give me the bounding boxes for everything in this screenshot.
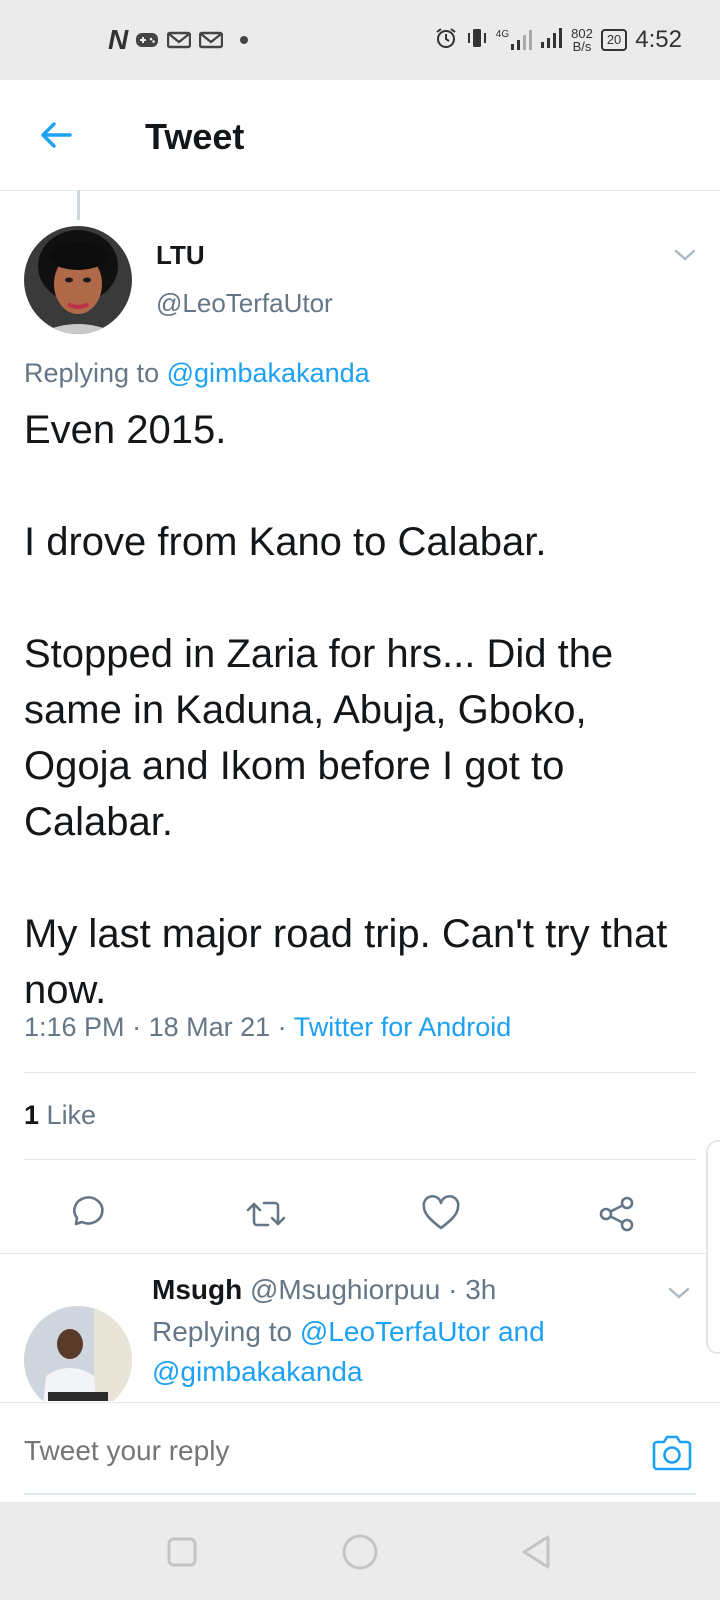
replying-to-link[interactable]: @gimbakakanda [167, 358, 370, 388]
reply-author-avatar[interactable] [24, 1306, 132, 1401]
author-avatar[interactable] [24, 226, 132, 334]
square-icon [167, 1537, 197, 1567]
replying-prefix: Replying to [152, 1316, 293, 1347]
side-edge-handle[interactable] [706, 1140, 720, 1354]
chevron-down-icon [674, 249, 696, 261]
divider [24, 1159, 696, 1160]
replying-prefix: Replying to [24, 358, 160, 388]
network-speed: 802 B/s [571, 26, 593, 54]
like-button[interactable] [417, 1190, 465, 1238]
tweet-paragraph: I drove from Kano to Calabar. [24, 520, 547, 564]
camera-icon [652, 1435, 692, 1471]
tweet-options-button[interactable] [670, 240, 700, 270]
heart-icon [422, 1194, 460, 1230]
netflix-n-icon: N [108, 24, 129, 55]
tweet-paragraph: Stopped in Zaria for hrs... Did the same… [24, 632, 614, 844]
circle-icon [342, 1534, 378, 1570]
like-count-value: 1 [24, 1100, 40, 1130]
signal-4g-icon: 4G [496, 30, 533, 50]
system-navigation-bar [0, 1502, 720, 1600]
notification-icons: N [108, 24, 249, 55]
reply-button[interactable] [64, 1190, 112, 1238]
retweet-icon [246, 1201, 286, 1227]
reply-age: 3h [465, 1274, 497, 1305]
share-icon [599, 1196, 634, 1232]
tweet-text: Even 2015. I drove from Kano to Calabar.… [24, 402, 704, 1018]
back-button[interactable] [34, 113, 78, 157]
reply-author-handle[interactable]: @Msughiorpuu [250, 1274, 440, 1305]
reply-header: Msugh @Msughiorpuu · 3h [152, 1274, 496, 1306]
status-bar: N 4G 802 B/s 20 4:52 [0, 0, 720, 80]
camera-button[interactable] [650, 1433, 694, 1473]
tweet-metadata: 1:16 PM · 18 Mar 21 · Twitter for Androi… [24, 1012, 511, 1043]
likes-count[interactable]: 1 Like [24, 1100, 96, 1131]
replying-to-link[interactable]: @LeoTerfaUtor [300, 1316, 490, 1347]
divider [0, 1253, 720, 1254]
tweet-actions-bar [0, 1190, 720, 1270]
home-button[interactable] [338, 1530, 382, 1574]
thread-connector-line [77, 190, 80, 220]
back-nav-button[interactable] [514, 1530, 558, 1574]
chevron-down-icon [668, 1287, 690, 1299]
gmail-icon [198, 29, 224, 51]
vibrate-icon [466, 26, 488, 55]
gamepad-icon [134, 29, 160, 51]
top-app-bar: Tweet [0, 80, 720, 191]
gmail-icon [166, 29, 192, 51]
like-count-label: Like [46, 1100, 97, 1130]
tweet-source-link[interactable]: Twitter for Android [294, 1012, 512, 1042]
tweet-paragraph: My last major road trip. Can't try that … [24, 912, 668, 1012]
arrow-left-icon [41, 122, 72, 148]
triangle-back-icon [522, 1535, 550, 1569]
author-handle[interactable]: @LeoTerfaUtor [156, 288, 333, 319]
replying-joiner: and [497, 1316, 545, 1347]
replying-to-link[interactable]: @gimbakakanda [152, 1356, 363, 1387]
reply-replying-to-line: Replying to @LeoTerfaUtor and @gimbakaka… [152, 1312, 545, 1392]
reply-composer [0, 1402, 720, 1501]
retweet-button[interactable] [242, 1190, 290, 1238]
clock: 4:52 [635, 26, 682, 53]
divider [24, 1072, 696, 1073]
avatar-image [24, 226, 132, 334]
alarm-icon [434, 26, 458, 55]
tweet-time: 1:16 PM [24, 1012, 125, 1042]
reply-tweet[interactable]: Msugh @Msughiorpuu · 3h Replying to @Leo… [0, 1260, 720, 1401]
system-icons: 4G 802 B/s 20 4:52 [434, 26, 682, 55]
tweet-date: 18 Mar 21 [148, 1012, 271, 1042]
avatar-image [24, 1306, 132, 1401]
replying-to-line: Replying to @gimbakakanda [24, 358, 370, 389]
tweet-paragraph: Even 2015. [24, 408, 227, 452]
reply-author-name[interactable]: Msugh [152, 1274, 242, 1305]
more-notifications-dot [240, 36, 249, 44]
separator-dot: · [277, 1012, 294, 1042]
reply-options-button[interactable] [664, 1278, 694, 1308]
reply-input[interactable] [24, 1435, 604, 1467]
signal-icon [541, 27, 563, 53]
recent-apps-button[interactable] [160, 1530, 204, 1574]
comment-icon [73, 1196, 104, 1226]
page-title: Tweet [145, 116, 245, 157]
share-button[interactable] [593, 1190, 641, 1238]
battery-indicator: 20 [600, 29, 628, 51]
composer-underline [24, 1493, 696, 1495]
author-name[interactable]: LTU [156, 240, 205, 271]
separator-dot: · [448, 1274, 466, 1305]
separator-dot: · [132, 1012, 149, 1042]
